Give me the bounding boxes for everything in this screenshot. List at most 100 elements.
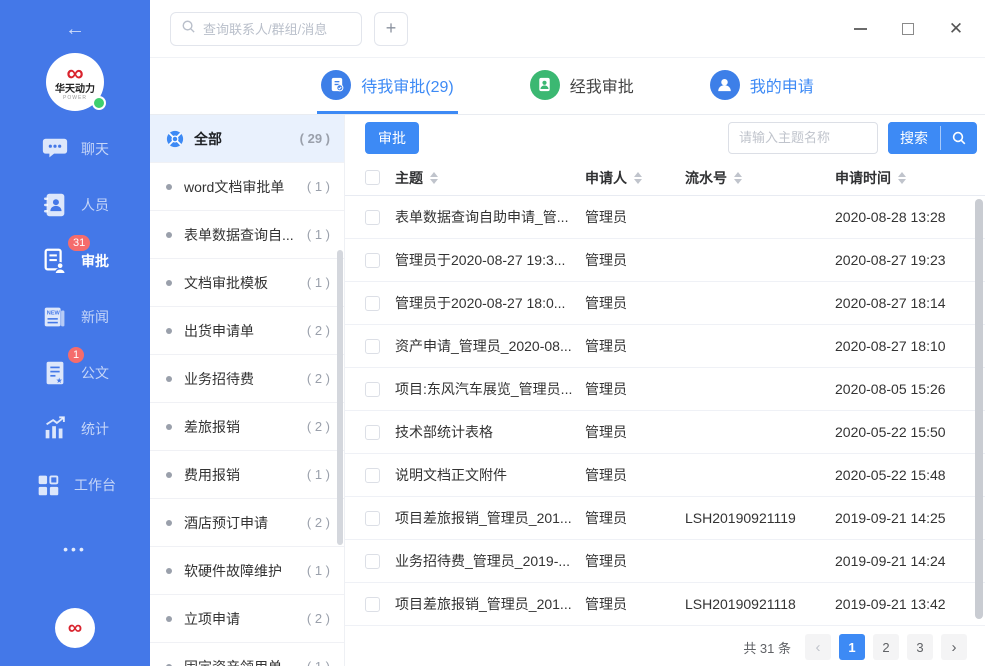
- category-item[interactable]: 表单数据查询自...( 1 ): [150, 211, 344, 259]
- table-row[interactable]: 表单数据查询自助申请_管...管理员2020-08-28 13:28: [345, 196, 985, 239]
- cell-time: 2020-05-22 15:48: [835, 467, 985, 483]
- select-all-checkbox[interactable]: [365, 170, 380, 185]
- page-button-2[interactable]: 2: [873, 634, 899, 660]
- sidebar-item-stats[interactable]: 统计: [0, 401, 150, 457]
- row-checkbox[interactable]: [365, 210, 380, 225]
- row-checkbox[interactable]: [365, 468, 380, 483]
- category-count: ( 2 ): [301, 419, 330, 434]
- cell-subject: 管理员于2020-08-27 18:0...: [395, 293, 585, 313]
- table-row[interactable]: 项目差旅报销_管理员_201...管理员LSH201909211192019-0…: [345, 497, 985, 540]
- sidebar-item-approval[interactable]: 审批 31: [0, 233, 150, 289]
- sidebar-item-workbench[interactable]: 工作台: [0, 457, 150, 513]
- advanced-search-button[interactable]: [941, 122, 977, 154]
- table-row[interactable]: 业务招待费_管理员_2019-...管理员2019-09-21 14:24: [345, 540, 985, 583]
- sort-applicant-icon[interactable]: [634, 172, 642, 184]
- table-row[interactable]: 项目差旅报销_管理员_201...管理员LSH201909211182019-0…: [345, 583, 985, 626]
- back-arrow-icon[interactable]: ←: [65, 18, 85, 41]
- contact-search-input[interactable]: 查询联系人/群组/消息: [170, 12, 362, 46]
- bottom-logo[interactable]: ∞: [55, 608, 95, 648]
- row-checkbox[interactable]: [365, 382, 380, 397]
- sort-serial-icon[interactable]: [734, 172, 742, 184]
- infinity-logo-icon: ∞: [66, 64, 83, 84]
- minimize-button[interactable]: [851, 20, 869, 38]
- cell-subject: 资产申请_管理员_2020-08...: [395, 336, 585, 356]
- tab-pending-approval[interactable]: 待我审批(29): [317, 58, 457, 114]
- category-item[interactable]: 立项申请( 2 ): [150, 595, 344, 643]
- bullet-icon: [166, 520, 172, 526]
- sidebar-item-label: 统计: [81, 419, 109, 439]
- bullet-icon: [166, 424, 172, 430]
- approval-list-panel: 审批 搜索 主题 申请人: [345, 115, 985, 666]
- sidebar-item-official-doc[interactable]: ★ 公文 1: [0, 345, 150, 401]
- svg-text:NEW: NEW: [47, 311, 61, 317]
- category-label: 文档审批模板: [184, 273, 268, 293]
- app-window: ← ∞ 华天动力 POWER 聊天: [0, 0, 985, 666]
- bar-chart-icon: [41, 415, 69, 443]
- category-item[interactable]: 费用报销( 1 ): [150, 451, 344, 499]
- category-count: ( 2 ): [301, 611, 330, 626]
- prev-page-button[interactable]: ‹: [805, 634, 831, 660]
- official-doc-badge: 1: [68, 347, 84, 363]
- news-icon: NEW: [41, 303, 69, 331]
- table-row[interactable]: 管理员于2020-08-27 19:3...管理员2020-08-27 19:2…: [345, 239, 985, 282]
- tab-approved-by-me[interactable]: 经我审批: [526, 58, 638, 114]
- cell-subject: 说明文档正文附件: [395, 465, 585, 485]
- close-icon: ✕: [949, 20, 963, 37]
- sort-time-icon[interactable]: [898, 172, 906, 184]
- sidebar-item-people[interactable]: 人员: [0, 177, 150, 233]
- sort-subject-icon[interactable]: [430, 172, 438, 184]
- list-toolbar: 审批 搜索: [345, 115, 985, 160]
- category-item[interactable]: 出货申请单( 2 ): [150, 307, 344, 355]
- page-button-1[interactable]: 1: [839, 634, 865, 660]
- bullet-icon: [166, 280, 172, 286]
- category-item[interactable]: 固定资产领用单( 1 ): [150, 643, 344, 666]
- subject-search-input[interactable]: [728, 122, 878, 154]
- close-button[interactable]: ✕: [947, 20, 965, 38]
- approve-button[interactable]: 审批: [365, 122, 419, 154]
- infinity-logo-icon: ∞: [68, 617, 82, 640]
- row-checkbox[interactable]: [365, 253, 380, 268]
- sidebar-item-chat[interactable]: 聊天: [0, 121, 150, 177]
- category-item[interactable]: 差旅报销( 2 ): [150, 403, 344, 451]
- bullet-icon: [166, 616, 172, 622]
- next-page-button[interactable]: ›: [941, 634, 967, 660]
- category-label: 费用报销: [184, 465, 240, 485]
- row-checkbox[interactable]: [365, 511, 380, 526]
- sidebar-item-news[interactable]: NEW 新闻: [0, 289, 150, 345]
- table-scrollbar[interactable]: [975, 199, 983, 619]
- row-checkbox[interactable]: [365, 554, 380, 569]
- search-button[interactable]: 搜索: [888, 122, 940, 154]
- add-button[interactable]: +: [374, 12, 408, 46]
- cell-time: 2020-08-27 18:10: [835, 338, 985, 354]
- row-checkbox[interactable]: [365, 425, 380, 440]
- table-row[interactable]: 技术部统计表格管理员2020-05-22 15:50: [345, 411, 985, 454]
- tab-my-applications[interactable]: 我的申请: [706, 58, 818, 114]
- table-row[interactable]: 管理员于2020-08-27 18:0...管理员2020-08-27 18:1…: [345, 282, 985, 325]
- category-count: ( 2 ): [301, 515, 330, 530]
- table-row[interactable]: 项目:东风汽车展览_管理员...管理员2020-08-05 15:26: [345, 368, 985, 411]
- more-button[interactable]: •••: [63, 541, 87, 557]
- row-checkbox[interactable]: [365, 597, 380, 612]
- cell-applicant: 管理员: [585, 250, 685, 270]
- category-item[interactable]: 酒店预订申请( 2 ): [150, 499, 344, 547]
- row-checkbox[interactable]: [365, 339, 380, 354]
- category-item[interactable]: 软硬件故障维护( 1 ): [150, 547, 344, 595]
- cell-time: 2020-05-22 15:50: [835, 424, 985, 440]
- cell-time: 2019-09-21 13:42: [835, 596, 985, 612]
- page-button-3[interactable]: 3: [907, 634, 933, 660]
- category-item[interactable]: 文档审批模板( 1 ): [150, 259, 344, 307]
- maximize-button[interactable]: [899, 20, 917, 38]
- category-scrollbar[interactable]: [337, 250, 343, 545]
- table-row[interactable]: 资产申请_管理员_2020-08...管理员2020-08-27 18:10: [345, 325, 985, 368]
- cell-subject: 项目差旅报销_管理员_201...: [395, 594, 585, 614]
- app-logo: ∞ 华天动力 POWER: [46, 53, 104, 111]
- category-item-all[interactable]: 全部 ( 29 ): [150, 115, 344, 163]
- category-item[interactable]: 业务招待费( 2 ): [150, 355, 344, 403]
- header-applicant: 申请人: [585, 168, 627, 188]
- pending-approval-icon: [321, 70, 351, 100]
- category-item[interactable]: word文档审批单( 1 ): [150, 163, 344, 211]
- category-label: 全部: [194, 129, 222, 149]
- row-checkbox[interactable]: [365, 296, 380, 311]
- category-count: ( 1 ): [301, 179, 330, 194]
- table-row[interactable]: 说明文档正文附件管理员2020-05-22 15:48: [345, 454, 985, 497]
